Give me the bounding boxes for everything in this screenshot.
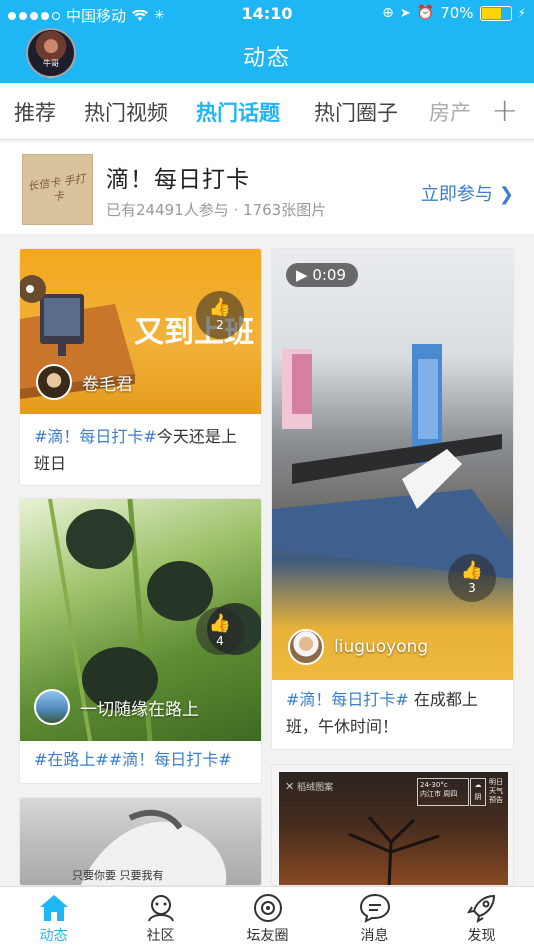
post-image: ✕ 稻绒图案 24-30°c 内江市 周四 ☁ 阴 明日天气预告 <box>272 765 513 885</box>
weather-location: 内江市 周四 <box>420 790 458 798</box>
author-name: 一切随缘在路上 <box>80 699 199 720</box>
nav-community[interactable]: 社区 <box>107 887 214 950</box>
author-avatar <box>288 629 324 665</box>
nav-label: 发现 <box>467 928 496 944</box>
nav-label: 消息 <box>360 928 389 944</box>
like-button[interactable]: 👍 4 <box>196 607 244 655</box>
add-tab-icon[interactable]: + <box>491 91 518 129</box>
overlay-text: 只要你要 只要我有 <box>72 869 164 882</box>
category-tabs: 推荐 热门视频 热门话题 热门圈子 房产 + <box>0 83 534 140</box>
topic-meta: 已有24491人参与 · 1763张图片 <box>106 201 327 219</box>
weather-box: 24-30°c 内江市 周四 <box>417 778 469 806</box>
post-image: 只要你要 只要我有 <box>20 798 261 885</box>
brand-label: ✕ 稻绒图案 <box>285 780 333 793</box>
post-card-video[interactable]: ▶ 0:09 👍 3 liuguoyong #滴！每日打卡# 在成都上班，午休时… <box>271 248 514 750</box>
like-count: 3 <box>468 581 476 595</box>
charging-icon: ⚡ <box>517 6 526 20</box>
thumbs-up-icon: 👍 <box>208 297 232 318</box>
post-author[interactable]: 一切随缘在路上 <box>34 689 199 725</box>
nav-dynamics[interactable]: 动态 <box>0 887 107 950</box>
thumbs-up-icon: 👍 <box>208 613 232 634</box>
brand-logo-icon: ✕ <box>285 780 295 793</box>
circle-icon <box>214 887 321 925</box>
app-header: 中国移动 ✳ 14:10 ⊕ ➤ ⏰ 70% ⚡ 牛哥 动态 <box>0 0 534 83</box>
topic-tag[interactable]: #滴！每日打卡# <box>286 690 409 709</box>
video-thumbnail[interactable] <box>272 249 513 680</box>
topic-header: 长信卡 手打卡 滴！每日打卡 已有24491人参与 · 1763张图片 立即参与… <box>0 142 534 234</box>
nav-label: 动态 <box>39 928 68 944</box>
post-card[interactable]: 👍 4 一切随缘在路上 #在路上##滴！每日打卡# <box>19 498 262 784</box>
post-caption: #在路上##滴！每日打卡# <box>34 746 249 773</box>
rocket-icon <box>428 887 534 925</box>
nav-friends-circle[interactable]: 坛友圈 <box>214 887 321 950</box>
forecast-label: 明日天气预告 <box>489 778 503 804</box>
like-count: 4 <box>216 634 224 648</box>
duration-label: 0:09 <box>312 266 347 284</box>
author-avatar <box>34 689 70 725</box>
location-icon: ➤ <box>399 5 411 21</box>
like-count: 2 <box>216 318 224 332</box>
post-card[interactable]: 只要你要 只要我有 <box>19 797 262 886</box>
chevron-right-icon: ❯ <box>498 184 514 205</box>
nav-discover[interactable]: 发现 <box>428 887 534 950</box>
weather-condition: 阴 <box>474 793 482 801</box>
tab-hot-videos[interactable]: 热门视频 <box>84 97 168 127</box>
brand-name: 稻绒图案 <box>297 783 334 793</box>
post-author[interactable]: 卷毛君 <box>36 364 133 400</box>
battery-icon <box>479 5 512 21</box>
battery-percent: 70% <box>440 4 474 22</box>
author-avatar <box>36 364 72 400</box>
author-name: 卷毛君 <box>82 374 133 395</box>
page-title: 动态 <box>242 46 291 71</box>
topic-thumb-text: 长信卡 手打卡 <box>26 171 87 204</box>
nav-label: 坛友圈 <box>246 928 289 944</box>
join-label: 立即参与 <box>420 184 493 205</box>
thumbs-up-icon: 👍 <box>460 560 484 581</box>
topic-thumbnail: 长信卡 手打卡 <box>22 154 93 225</box>
like-button[interactable]: 👍 2 <box>196 291 244 339</box>
join-topic-button[interactable]: 立即参与 ❯ <box>421 180 514 206</box>
play-icon: ▶ <box>296 266 308 284</box>
post-author[interactable]: liuguoyong <box>288 629 428 665</box>
tab-hot-topics[interactable]: 热门话题 <box>196 97 280 127</box>
weather-temp: 24-30°c <box>420 781 448 789</box>
bottom-navigation: 动态 社区 坛友圈 消息 发现 <box>0 886 534 950</box>
tab-hot-circles[interactable]: 热门圈子 <box>314 97 398 127</box>
like-button[interactable]: 👍 3 <box>448 554 496 602</box>
post-caption: #滴！每日打卡# 在成都上班，午休时间！ <box>286 686 501 740</box>
nav-messages[interactable]: 消息 <box>321 887 428 950</box>
post-card[interactable]: 又到上班 👍 2 卷毛君 #滴！每日打卡#今天还是上班日 <box>19 248 262 486</box>
cloud-icon: ☁ <box>474 781 482 789</box>
office-scene <box>272 344 513 579</box>
status-bar: 中国移动 ✳ 14:10 ⊕ ➤ ⏰ 70% ⚡ <box>0 0 534 28</box>
topic-tag[interactable]: #在路上##滴！每日打卡# <box>34 750 232 769</box>
post-caption: #滴！每日打卡#今天还是上班日 <box>34 423 249 477</box>
tab-real-estate[interactable]: 房产 <box>429 97 471 127</box>
home-icon <box>0 887 107 925</box>
author-name: liuguoyong <box>334 637 429 657</box>
poster-frame: ✕ 稻绒图案 24-30°c 内江市 周四 ☁ 阴 明日天气预告 <box>279 772 508 885</box>
post-card[interactable]: ✕ 稻绒图案 24-30°c 内江市 周四 ☁ 阴 明日天气预告 <box>271 764 514 886</box>
message-icon <box>321 887 428 925</box>
community-icon <box>107 887 214 925</box>
weather-icon-box: ☁ 阴 <box>470 778 486 806</box>
nav-label: 社区 <box>146 928 175 944</box>
status-right: ⊕ ➤ ⏰ 70% ⚡ <box>382 4 526 22</box>
video-duration: ▶ 0:09 <box>286 263 359 287</box>
rotation-lock-icon: ⊕ <box>382 5 394 21</box>
alarm-icon: ⏰ <box>416 5 435 21</box>
topic-tag[interactable]: #滴！每日打卡# <box>34 427 157 446</box>
topic-name: 滴！每日打卡 <box>106 167 250 193</box>
tab-recommend[interactable]: 推荐 <box>14 97 56 127</box>
